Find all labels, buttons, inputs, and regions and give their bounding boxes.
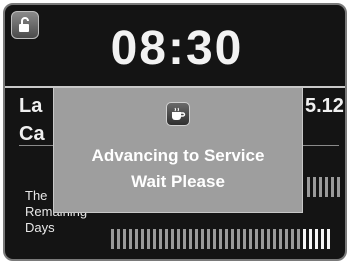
progress-tick: [165, 229, 168, 249]
progress-tick: [153, 229, 156, 249]
progress-tick: [237, 229, 240, 249]
progress-tick: [321, 229, 324, 249]
progress-tick: [147, 229, 150, 249]
progress-tick: [189, 229, 192, 249]
progress-tick: [159, 229, 162, 249]
progress-tick: [303, 229, 306, 249]
progress-tick: [225, 229, 228, 249]
progress-tick: [231, 229, 234, 249]
progress-tick: [219, 229, 222, 249]
progress-tick: [309, 229, 312, 249]
progress-tick: [285, 229, 288, 249]
service-dialog: Advancing to Service Wait Please: [53, 87, 303, 213]
progress-tick: [315, 229, 318, 249]
progress-tick: [261, 229, 264, 249]
progress-tick: [291, 229, 294, 249]
progress-tick: [331, 177, 334, 197]
progress-tick: [129, 229, 132, 249]
progress-tick: [171, 229, 174, 249]
progress-tick: [327, 229, 330, 249]
coffee-cup-icon: [166, 102, 190, 126]
progress-tick: [213, 229, 216, 249]
dialog-message-line-2: Wait Please: [131, 172, 225, 191]
remaining-label-line-1: The: [25, 188, 48, 203]
progress-tick: [325, 177, 328, 197]
upper-progress-bars: [307, 177, 340, 197]
progress-tick: [319, 177, 322, 197]
progress-tick: [337, 177, 340, 197]
progress-tick: [141, 229, 144, 249]
progress-tick: [255, 229, 258, 249]
remaining-label-line-3: Days: [25, 220, 55, 235]
progress-tick: [201, 229, 204, 249]
display-screen: 08:30 La 5.12 Ca The Remaining Days Adva…: [3, 3, 347, 261]
clock-time: 08:30: [110, 22, 244, 75]
progress-tick: [207, 229, 210, 249]
remaining-days-bars: [111, 229, 330, 249]
row-label-1: La: [19, 95, 43, 117]
dialog-message-line-1: Advancing to Service: [91, 146, 265, 165]
row-value-1: 5.12: [305, 95, 344, 117]
progress-tick: [195, 229, 198, 249]
progress-tick: [117, 229, 120, 249]
progress-tick: [267, 229, 270, 249]
progress-tick: [183, 229, 186, 249]
progress-tick: [313, 177, 316, 197]
progress-tick: [177, 229, 180, 249]
row-label-2: Ca: [19, 123, 45, 145]
progress-tick: [279, 229, 282, 249]
progress-tick: [111, 229, 114, 249]
progress-tick: [249, 229, 252, 249]
progress-tick: [273, 229, 276, 249]
progress-tick: [243, 229, 246, 249]
progress-tick: [123, 229, 126, 249]
progress-tick: [297, 229, 300, 249]
progress-tick: [135, 229, 138, 249]
progress-tick: [307, 177, 310, 197]
